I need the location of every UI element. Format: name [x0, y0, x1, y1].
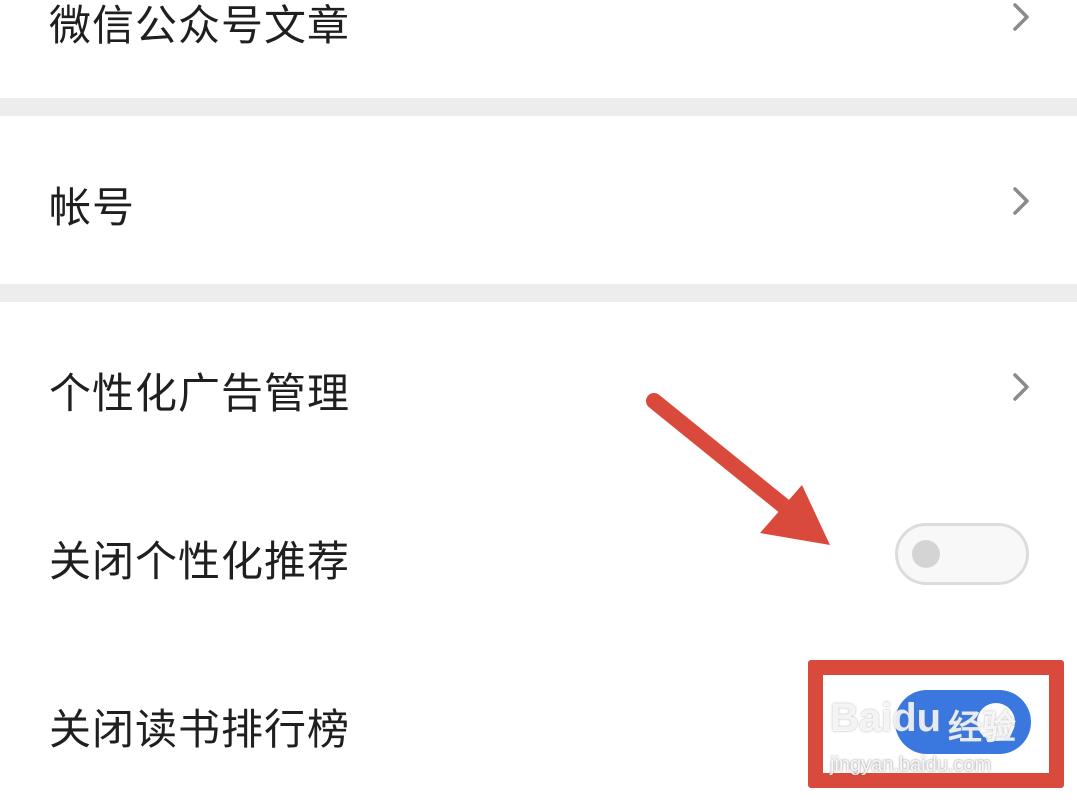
- settings-row-personalized-ads[interactable]: 个性化广告管理: [0, 302, 1077, 470]
- highlight-box-annotation: [808, 660, 1064, 788]
- settings-row-label: 个性化广告管理: [49, 369, 351, 418]
- settings-row-account[interactable]: 帐号: [0, 116, 1077, 284]
- section-separator: [0, 284, 1077, 302]
- red-arrow-annotation-icon: [646, 393, 830, 545]
- settings-page: 微信公众号文章 帐号 个性化广告管理 关闭个性化推荐 关闭读书排行榜 Baidu…: [0, 0, 1077, 807]
- settings-row-wechat-articles[interactable]: 微信公众号文章: [0, 0, 1077, 98]
- settings-row-label: 关闭读书排行榜: [49, 705, 351, 754]
- settings-row-label: 帐号: [49, 183, 136, 232]
- settings-row-label: 关闭个性化推荐: [49, 537, 351, 586]
- chevron-right-icon: [1013, 373, 1029, 401]
- recommendation-toggle[interactable]: [895, 523, 1029, 585]
- section-separator: [0, 98, 1077, 116]
- toggle-knob: [912, 540, 940, 568]
- settings-row-label: 微信公众号文章: [49, 1, 351, 50]
- chevron-right-icon: [1013, 187, 1029, 215]
- chevron-right-icon: [1013, 3, 1029, 31]
